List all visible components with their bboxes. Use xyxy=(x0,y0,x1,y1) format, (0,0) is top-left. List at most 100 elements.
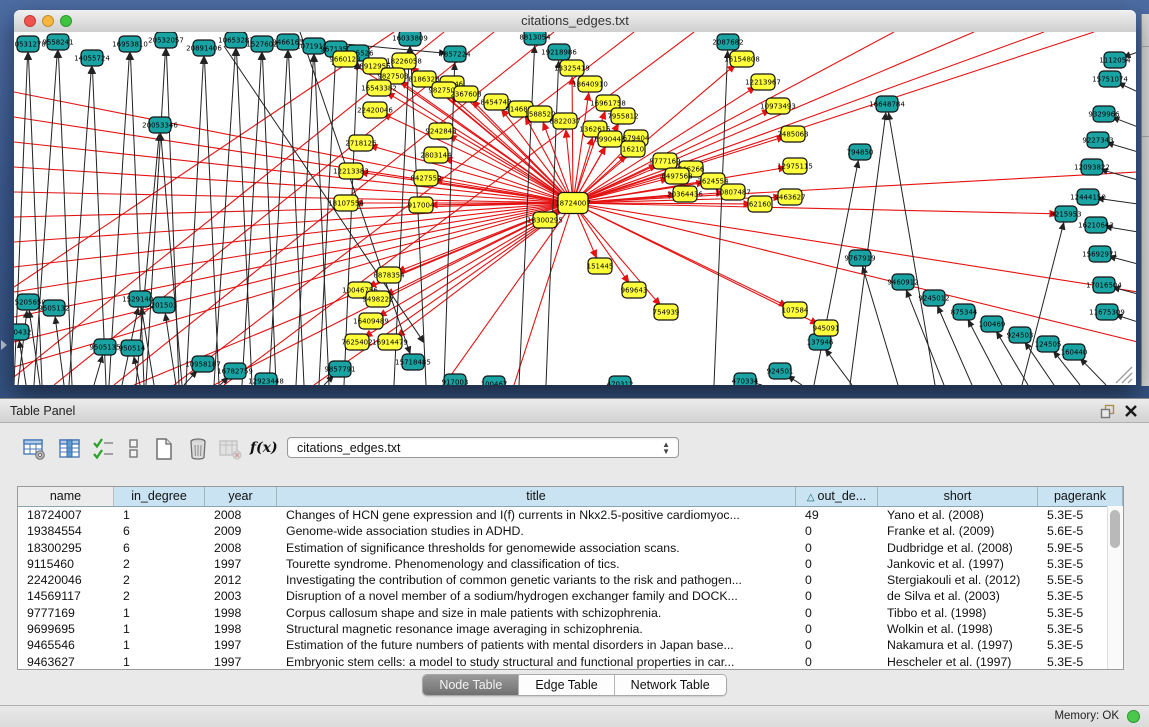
table-cell[interactable]: 9465546 xyxy=(18,637,114,653)
tab-edge-table[interactable]: Edge Table xyxy=(519,675,614,695)
table-cell[interactable]: 19384554 xyxy=(18,523,114,539)
table-row[interactable]: 969969511998Structural magnetic resonanc… xyxy=(18,621,1123,637)
column-header-title[interactable]: title xyxy=(277,487,796,506)
new-column-icon[interactable] xyxy=(152,437,176,461)
table-cell[interactable]: Yano et al. (2008) xyxy=(878,507,1038,523)
table-row[interactable]: 911546021997Tourette syndrome. Phenomeno… xyxy=(18,556,1123,572)
table-cell[interactable]: 1998 xyxy=(205,605,277,621)
tab-network-table[interactable]: Network Table xyxy=(615,675,726,695)
table-cell[interactable]: 14569117 xyxy=(18,588,114,604)
table-cell[interactable]: 22420046 xyxy=(18,572,114,588)
column-header-short[interactable]: short xyxy=(878,487,1038,506)
vertical-scrollbar[interactable] xyxy=(1107,506,1123,669)
table-cell[interactable]: 1 xyxy=(114,621,205,637)
table-cell[interactable]: 1 xyxy=(114,605,205,621)
table-row[interactable]: 946362711997Embryonic stem cells: a mode… xyxy=(18,654,1123,670)
table-cell[interactable]: Estimation of the future numbers of pati… xyxy=(277,637,796,653)
table-cell[interactable]: 0 xyxy=(796,523,878,539)
float-panel-icon[interactable] xyxy=(1100,404,1115,419)
table-cell[interactable]: 9115460 xyxy=(18,556,114,572)
graph-edge xyxy=(262,53,276,385)
table-row[interactable]: 1938455462009Genome-wide association stu… xyxy=(18,523,1123,539)
table-cell[interactable]: 2003 xyxy=(205,588,277,604)
table-cell[interactable]: Disruption of a novel member of a sodium… xyxy=(277,588,796,604)
table-cell[interactable]: 1997 xyxy=(205,637,277,653)
graph-node-label: 100467 xyxy=(481,381,508,386)
table-cell[interactable]: Dudbridge et al. (2008) xyxy=(878,540,1038,556)
table-cell[interactable]: Tibbo et al. (1998) xyxy=(878,605,1038,621)
column-visibility-icon[interactable] xyxy=(58,437,82,461)
split-view-icon[interactable] xyxy=(122,437,146,461)
table-cell[interactable]: 1 xyxy=(114,637,205,653)
table-cell[interactable]: Structural magnetic resonance image aver… xyxy=(277,621,796,637)
tab-node-table[interactable]: Node Table xyxy=(423,675,519,695)
table-cell[interactable]: 2 xyxy=(114,588,205,604)
table-cell[interactable]: 0 xyxy=(796,572,878,588)
table-options-icon[interactable] xyxy=(22,437,46,461)
table-cell[interactable]: 0 xyxy=(796,621,878,637)
table-cell[interactable]: 0 xyxy=(796,556,878,572)
table-cell[interactable]: 0 xyxy=(796,637,878,653)
table-cell[interactable]: 2012 xyxy=(205,572,277,588)
table-row[interactable]: 1872400712008Changes of HCN gene express… xyxy=(18,507,1123,523)
table-cell[interactable]: 18724007 xyxy=(18,507,114,523)
table-cell[interactable]: 1 xyxy=(114,507,205,523)
resize-grip-icon[interactable] xyxy=(1116,367,1132,383)
function-builder-icon[interactable]: f(x) xyxy=(250,439,274,463)
table-cell[interactable]: Wolkin et al. (1998) xyxy=(878,621,1038,637)
column-header-pagerank[interactable]: pagerank xyxy=(1038,487,1123,506)
network-window-titlebar[interactable]: citations_edges.txt xyxy=(14,10,1136,33)
table-cell[interactable]: 6 xyxy=(114,540,205,556)
table-cell[interactable]: 9463627 xyxy=(18,654,114,670)
table-cell[interactable]: 2008 xyxy=(205,507,277,523)
table-cell[interactable]: 18300295 xyxy=(18,540,114,556)
table-cell[interactable]: 2008 xyxy=(205,540,277,556)
table-cell[interactable]: 49 xyxy=(796,507,878,523)
table-cell[interactable]: Nakamura et al. (1997) xyxy=(878,637,1038,653)
table-row[interactable]: 1830029562008Estimation of significance … xyxy=(18,540,1123,556)
table-cell[interactable]: Changes of HCN gene expression and I(f) … xyxy=(277,507,796,523)
table-cell[interactable]: Estimation of significance thresholds fo… xyxy=(277,540,796,556)
table-cell[interactable]: 2009 xyxy=(205,523,277,539)
table-row[interactable]: 1456911722003Disruption of a novel membe… xyxy=(18,588,1123,604)
table-cell[interactable]: 0 xyxy=(796,605,878,621)
table-cell[interactable]: Stergiakouli et al. (2012) xyxy=(878,572,1038,588)
network-canvas[interactable]: 2053127895582411405572416953810205320572… xyxy=(14,32,1136,385)
table-cell[interactable]: Embryonic stem cells: a model to study s… xyxy=(277,654,796,670)
table-cell[interactable]: Franke et al. (2009) xyxy=(878,523,1038,539)
table-cell[interactable]: 1 xyxy=(114,654,205,670)
table-cell[interactable]: 1998 xyxy=(205,621,277,637)
table-cell[interactable]: 2 xyxy=(114,556,205,572)
table-cell[interactable]: Investigating the contribution of common… xyxy=(277,572,796,588)
table-row[interactable]: 977716911998Corpus callosum shape and si… xyxy=(18,605,1123,621)
column-header-out_de[interactable]: △out_de... xyxy=(796,487,878,506)
scrollbar-thumb[interactable] xyxy=(1110,510,1120,548)
table-row[interactable]: 946554611997Estimation of the future num… xyxy=(18,637,1123,653)
table-cell[interactable]: Genome-wide association studies in ADHD. xyxy=(277,523,796,539)
table-cell[interactable]: 9777169 xyxy=(18,605,114,621)
table-cell[interactable]: 1997 xyxy=(205,556,277,572)
table-cell[interactable]: 9699695 xyxy=(18,621,114,637)
table-row[interactable]: 2242004622012Investigating the contribut… xyxy=(18,572,1123,588)
column-header-in_degree[interactable]: in_degree xyxy=(114,487,205,506)
column-header-year[interactable]: year xyxy=(205,487,277,506)
panel-collapse-arrow-icon[interactable] xyxy=(1,340,7,350)
table-cell[interactable]: Hescheler et al. (1997) xyxy=(878,654,1038,670)
select-rows-icon[interactable] xyxy=(92,437,116,461)
column-header-name[interactable]: name xyxy=(18,487,114,506)
table-cell[interactable]: de Silva et al. (2003) xyxy=(878,588,1038,604)
table-cell[interactable]: 0 xyxy=(796,654,878,670)
table-cell[interactable]: 6 xyxy=(114,523,205,539)
table-cell[interactable]: 0 xyxy=(796,588,878,604)
close-panel-icon[interactable] xyxy=(1123,403,1139,419)
graph-node-label: 16210 xyxy=(622,146,644,154)
table-cell[interactable]: 0 xyxy=(796,540,878,556)
table-cell[interactable]: Jankovic et al. (1997) xyxy=(878,556,1038,572)
table-cell[interactable]: Corpus callosum shape and size in male p… xyxy=(277,605,796,621)
table-cell[interactable]: 2 xyxy=(114,572,205,588)
table-cell[interactable]: 1997 xyxy=(205,654,277,670)
table-selector-dropdown[interactable]: citations_edges.txt ▲▼ xyxy=(287,437,679,458)
graph-node-label: 12213967 xyxy=(745,79,781,87)
delete-column-icon[interactable] xyxy=(186,437,210,461)
table-cell[interactable]: Tourette syndrome. Phenomenology and cla… xyxy=(277,556,796,572)
